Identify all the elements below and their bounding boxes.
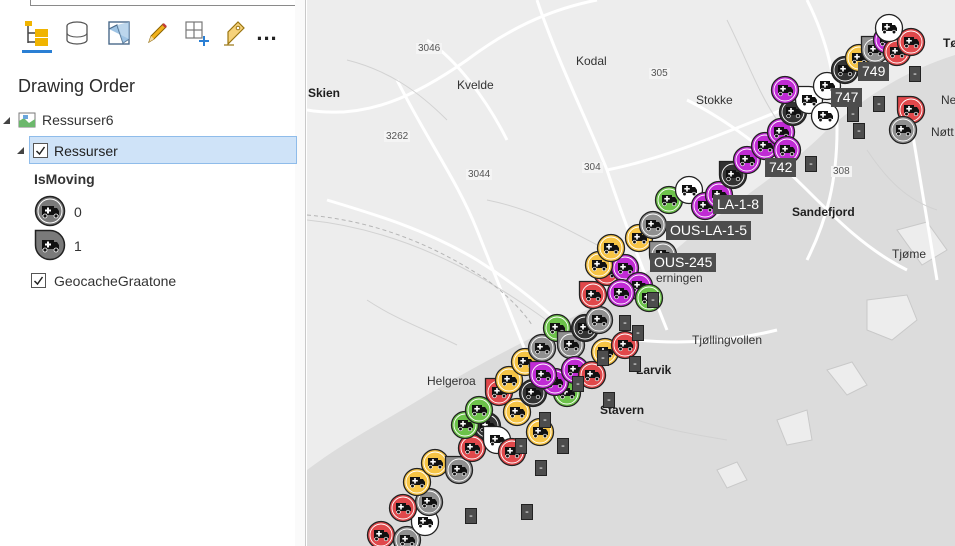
status-tag: - [515,438,527,454]
active-tab-indicator [22,50,52,53]
legend-value: 1 [74,238,82,254]
vehicle-label: 747 [831,88,863,107]
more-options-button[interactable]: ... [250,16,284,50]
layer-name: Ressurser [54,143,118,159]
layer-visibility-checkbox[interactable] [33,143,48,158]
place-label: Kodal [576,54,607,68]
status-tag: - [535,460,547,476]
map-name: Ressurser6 [42,112,114,128]
ambulance-marker[interactable] [874,13,904,43]
road-number: 308 [831,166,852,177]
road-number: 305 [649,68,670,79]
panel-scrollbar[interactable] [295,0,305,546]
collapse-arrow-icon[interactable] [16,146,25,155]
status-tag: - [572,376,584,392]
pane-title: Drawing Order [18,76,136,96]
status-tag: - [465,508,477,524]
vehicle-label: OUS-245 [650,253,717,272]
place-label: Skien [308,86,341,100]
selection-button[interactable] [102,16,136,50]
road-number: 3262 [384,131,411,142]
labeling-button[interactable] [217,16,251,50]
ambulance-marker[interactable] [388,493,418,523]
ambulance-marker[interactable] [606,278,636,308]
status-tag: - [539,412,551,428]
drawing-order-button[interactable] [20,16,54,50]
status-tag: - [632,325,644,341]
status-tag: - [603,392,615,408]
contents-pane: ... Drawing Order Ressurser6 Ressurser I… [0,0,306,546]
status-tag: - [647,292,659,308]
ambulance-icon [34,195,66,227]
collapse-arrow-icon[interactable] [2,116,11,125]
status-tag: - [597,350,609,366]
road-number: 304 [582,162,603,173]
place-label: Tjøllingvollen [692,333,763,347]
ambulance-marker[interactable] [888,115,918,145]
ambulance-marker[interactable] [578,280,608,310]
place-label: Larvik [636,363,672,377]
layer-item-ressurser[interactable]: Ressurser [29,136,297,164]
ambulance-marker[interactable] [770,75,800,105]
symbology-field-label: IsMoving [34,171,95,187]
status-tag: - [805,156,817,172]
snapping-grid-icon [183,19,211,47]
labeling-icon [220,19,248,47]
place-label: Kvelde [457,78,494,92]
status-tag: - [619,315,631,331]
place-label: Nøtt [931,125,954,139]
search-input[interactable] [30,0,296,6]
basemap-visibility-checkbox[interactable] [31,273,46,288]
pencil-icon [143,19,171,47]
database-icon [63,19,91,47]
status-tag: - [629,356,641,372]
legend-value: 0 [74,204,82,220]
vehicle-label: 749 [858,62,890,81]
check-icon [33,276,44,286]
vehicle-label: 742 [765,158,797,177]
status-tag: - [521,504,533,520]
ambulance-marker[interactable] [528,360,558,390]
status-tag: - [847,106,859,122]
road-number: 3044 [466,169,493,180]
data-source-button[interactable] [60,16,94,50]
vehicle-label: OUS-LA-1-5 [666,221,752,240]
place-label: Ne [941,93,955,107]
basemap-layer-name: GeocacheGraatone [54,273,177,289]
status-tag: - [557,438,569,454]
map-icon [18,111,36,129]
check-icon [35,146,46,156]
place-label: Stokke [696,93,733,107]
vehicle-label: LA-1-8 [713,195,764,214]
ambulance-marker[interactable] [596,233,626,263]
place-label: Tjøme [892,247,926,261]
place-label: Sandefjord [792,205,855,219]
status-tag: - [853,123,865,139]
road-number: 3046 [416,43,443,54]
status-tag: - [873,96,885,112]
drawing-order-icon [23,19,51,47]
map-view[interactable]: Skien Kvelde Kodal Stokke Sandefjord Tjø… [307,0,955,546]
editing-button[interactable] [140,16,174,50]
status-tag: - [909,66,921,82]
selection-map-icon [105,19,133,47]
map-tree-item[interactable]: Ressurser6 [0,108,296,132]
ambulance-moving-icon [34,229,66,261]
snapping-button[interactable] [180,16,214,50]
place-label: Helgeroa [427,374,476,388]
place-label: Tø [943,36,955,50]
